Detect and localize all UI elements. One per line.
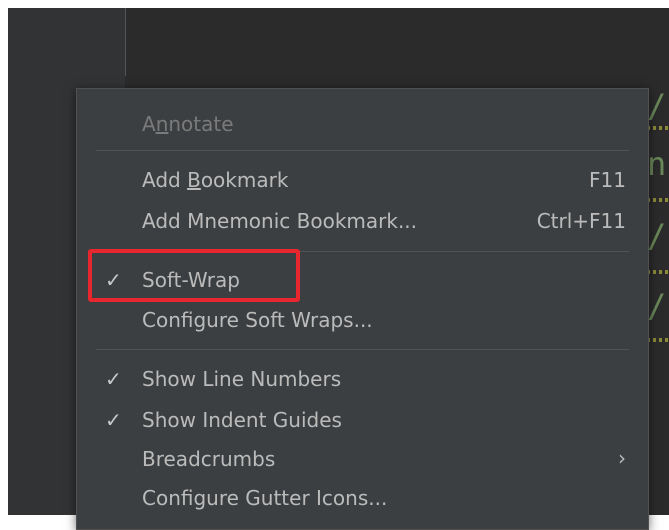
code-fragment: / — [647, 217, 667, 255]
menu-item-label: Breadcrumbs — [142, 447, 276, 471]
code-fragment: / — [647, 87, 667, 125]
annotate-label: Annotate — [142, 112, 234, 136]
menu-item-show-indent-guides[interactable]: ✓ Show Indent Guides — [77, 403, 648, 439]
warning-squiggle — [647, 270, 669, 274]
warning-squiggle — [647, 126, 669, 130]
menu-item-label: Annotate — [142, 112, 234, 136]
menu-item-label: Add Bookmark — [142, 168, 289, 192]
menu-item-show-line-numbers[interactable]: ✓ Show Line Numbers — [77, 362, 648, 398]
menu-item-label: Show Indent Guides — [142, 408, 342, 432]
menu-item-label: Add Mnemonic Bookmark... — [142, 209, 418, 233]
menu-item-add-bookmark[interactable]: Add Bookmark F11 — [77, 163, 648, 199]
warning-squiggle — [647, 338, 669, 342]
editor-header-strip — [126, 8, 669, 76]
code-fragment: n — [647, 145, 667, 183]
menu-item-breadcrumbs[interactable]: Breadcrumbs › — [77, 442, 648, 478]
menu-item-label: Soft-Wrap — [142, 268, 240, 292]
menu-separator — [96, 251, 629, 252]
shortcut-label: Ctrl+F11 — [536, 209, 626, 233]
menu-item-annotate: Annotate — [77, 107, 648, 143]
checkmark-icon: ✓ — [105, 408, 122, 432]
checkmark-icon: ✓ — [105, 268, 122, 292]
menu-separator — [96, 349, 629, 350]
code-fragment: / — [647, 287, 667, 325]
menu-item-add-mnemonic-bookmark[interactable]: Add Mnemonic Bookmark... Ctrl+F11 — [77, 204, 648, 240]
shortcut-label: F11 — [589, 168, 626, 192]
editor-gutter-context-menu: Annotate Add Bookmark F11 Add Mnemonic B… — [76, 88, 649, 530]
menu-item-soft-wrap[interactable]: ✓ Soft-Wrap — [77, 263, 648, 299]
warning-squiggle — [647, 198, 669, 202]
chevron-right-icon: › — [618, 446, 626, 470]
menu-item-configure-gutter-icons[interactable]: Configure Gutter Icons... — [77, 481, 648, 517]
checkmark-icon: ✓ — [105, 367, 122, 391]
menu-separator — [96, 150, 629, 151]
menu-item-label: Configure Soft Wraps... — [142, 308, 373, 332]
menu-item-label: Configure Gutter Icons... — [142, 486, 388, 510]
menu-item-label: Show Line Numbers — [142, 367, 342, 391]
menu-item-configure-soft-wraps[interactable]: Configure Soft Wraps... — [77, 303, 648, 339]
